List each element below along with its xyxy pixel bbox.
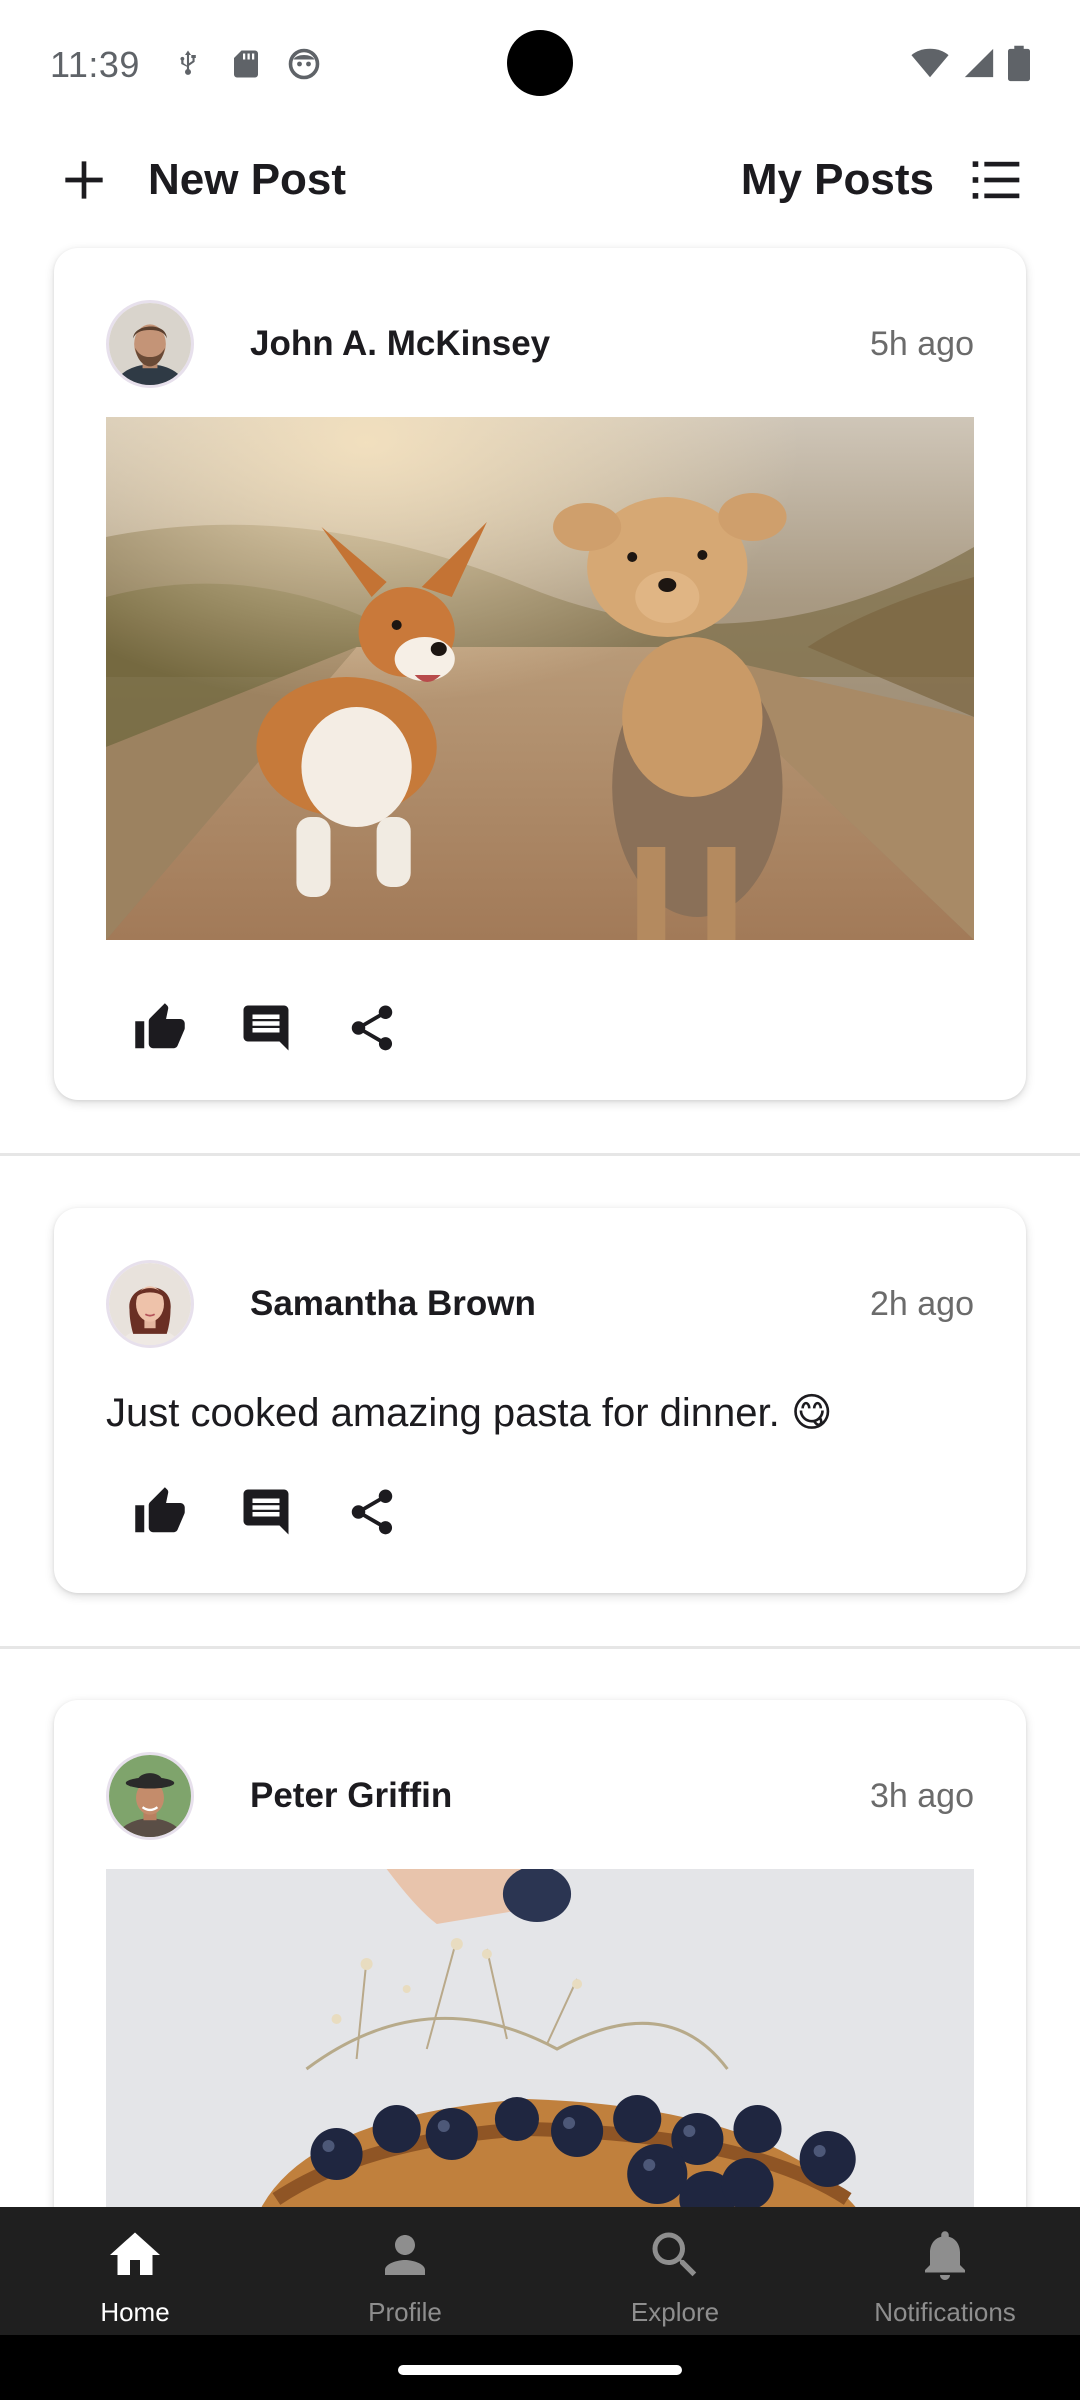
post-text: Just cooked amazing pasta for dinner. 😋 <box>106 1391 833 1435</box>
sd-card-icon <box>234 50 258 78</box>
post-card: Peter Griffin 3h ago <box>54 1700 1026 2260</box>
my-posts-label: My Posts <box>740 155 934 204</box>
comment-button[interactable] <box>238 1000 294 1056</box>
comment-button[interactable] <box>238 1484 294 1540</box>
gesture-navigation-area <box>0 2335 1080 2400</box>
avatar[interactable] <box>106 1752 194 1840</box>
nav-item-notifications[interactable]: Notifications <box>810 2207 1080 2335</box>
bell-icon <box>925 2231 965 2280</box>
usb-debug-icon <box>180 50 196 75</box>
bottom-navigation: Home Profile Explore Notifications <box>0 2207 1080 2335</box>
author-name[interactable]: John A. McKinsey <box>250 324 870 364</box>
thumb-up-icon <box>135 1487 185 1533</box>
post-header: Samantha Brown 2h ago <box>106 1260 974 1348</box>
comment-icon <box>243 1005 289 1051</box>
new-post-button[interactable]: New Post <box>56 130 346 230</box>
post-time: 5h ago <box>870 324 974 363</box>
home-gesture-handle[interactable] <box>398 2365 682 2375</box>
plus-icon <box>65 161 103 199</box>
nav-label: Profile <box>368 2297 442 2327</box>
status-time: 11:39 <box>50 44 140 85</box>
post-header: John A. McKinsey 5h ago <box>106 300 974 388</box>
wifi-icon <box>911 48 949 78</box>
avatar-image <box>109 303 191 385</box>
share-icon <box>351 1005 393 1051</box>
app-notification-icon <box>288 48 320 80</box>
nav-item-explore[interactable]: Explore <box>540 2207 810 2335</box>
status-system-icons <box>910 44 1030 82</box>
comment-icon <box>243 1489 289 1535</box>
post-card: Samantha Brown 2h ago Just cooked amazin… <box>54 1208 1026 1593</box>
search-icon <box>652 2232 697 2277</box>
my-posts-button[interactable]: My Posts <box>741 130 1024 230</box>
battery-icon <box>1008 45 1030 82</box>
post-actions <box>132 1477 400 1547</box>
list-icon <box>972 161 1020 199</box>
post-header: Peter Griffin 3h ago <box>106 1752 974 1840</box>
like-button[interactable] <box>132 1000 188 1056</box>
status-bar: 11:39 <box>0 0 1080 130</box>
nav-item-home[interactable]: Home <box>0 2207 270 2335</box>
post-image[interactable] <box>106 417 974 940</box>
share-button[interactable] <box>344 1484 400 1540</box>
nav-label: Home <box>100 2297 170 2327</box>
avatar-image <box>109 1263 191 1345</box>
avatar-image <box>109 1755 191 1837</box>
nav-item-profile[interactable]: Profile <box>270 2207 540 2335</box>
post-card: John A. McKinsey 5h ago <box>54 248 1026 1100</box>
post-divider <box>0 1153 1080 1156</box>
post-time: 2h ago <box>870 1284 974 1323</box>
share-icon <box>351 1489 393 1535</box>
nav-label: Explore <box>630 2297 720 2327</box>
status-notification-icons <box>170 46 322 82</box>
camera-cutout <box>507 30 573 96</box>
author-name[interactable]: Peter Griffin <box>250 1776 870 1816</box>
post-time: 3h ago <box>870 1776 974 1815</box>
person-icon <box>385 2235 425 2275</box>
author-name[interactable]: Samantha Brown <box>250 1284 870 1324</box>
avatar[interactable] <box>106 300 194 388</box>
share-button[interactable] <box>344 1000 400 1056</box>
post-actions <box>132 993 400 1063</box>
post-image[interactable] <box>106 1869 974 2260</box>
like-button[interactable] <box>132 1484 188 1540</box>
nav-label: Notifications <box>874 2297 1016 2327</box>
new-post-label: New Post <box>148 155 347 204</box>
thumb-up-icon <box>135 1003 185 1049</box>
cake-photo <box>106 1869 974 2260</box>
avatar[interactable] <box>106 1260 194 1348</box>
dogs-photo <box>106 417 974 940</box>
post-divider <box>0 1646 1080 1649</box>
top-app-bar: New Post My Posts <box>0 130 1080 240</box>
home-icon <box>110 2232 160 2275</box>
cell-signal-icon <box>964 48 994 78</box>
